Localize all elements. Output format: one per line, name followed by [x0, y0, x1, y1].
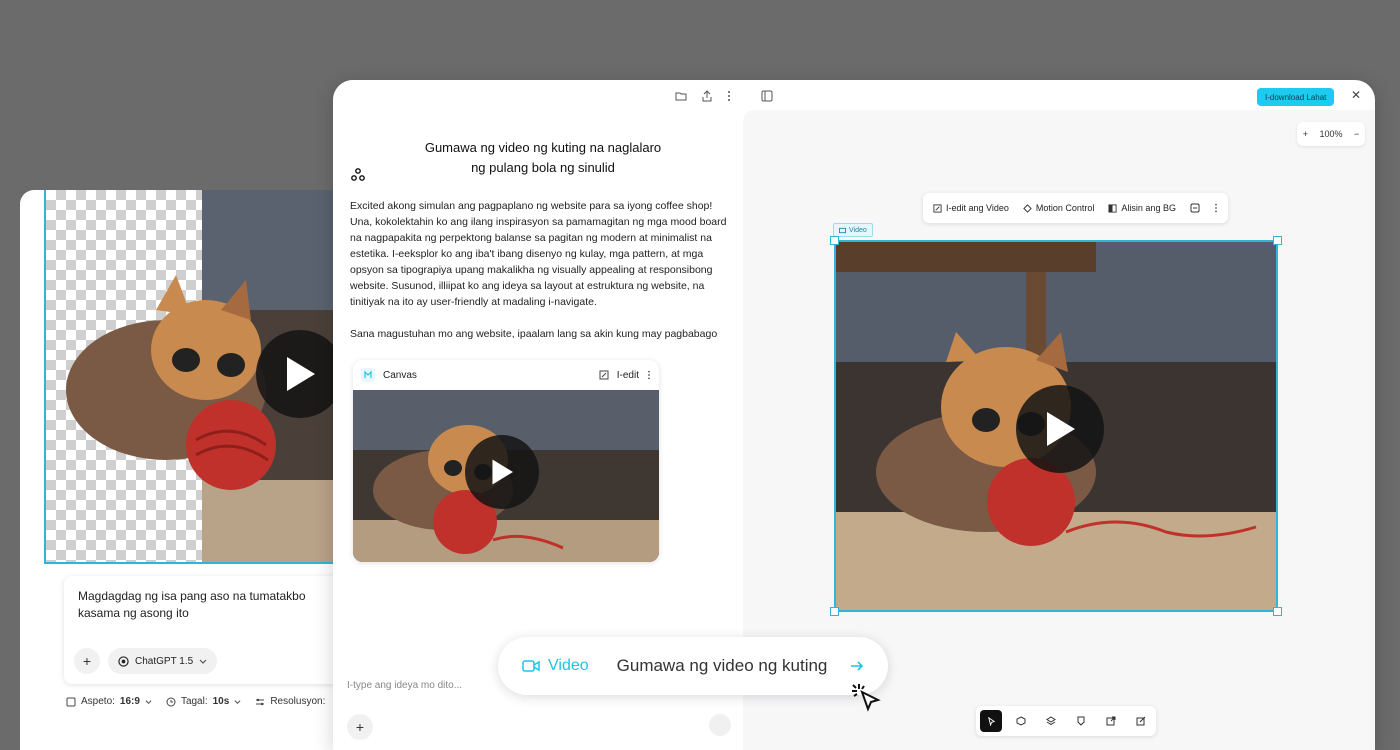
edit-prompt-text[interactable]: Magdagdag ng isa pang aso na tumatakbo k… — [78, 588, 350, 622]
zoom-control: + 100% − — [1297, 122, 1365, 146]
shield-icon — [1076, 716, 1086, 726]
chat-title-line1: Gumawa ng video ng kuting na naglalaro — [424, 140, 662, 155]
aspect-label: Aspeto: — [81, 696, 115, 707]
more-vertical-icon[interactable] — [1214, 203, 1218, 213]
assistant-logo-icon — [351, 168, 365, 182]
duration-label: Tagal: — [180, 696, 208, 707]
editor-bottom-toolbar — [976, 706, 1156, 736]
shape-tool[interactable] — [1070, 710, 1092, 732]
video-icon — [839, 227, 846, 234]
chat-title-line2: ng pulang bola ng sinulid — [471, 160, 615, 175]
more-vertical-icon[interactable] — [647, 370, 651, 380]
sliders-icon — [255, 697, 265, 707]
editor-top-actions — [761, 90, 773, 102]
duration-value: 10s — [212, 696, 230, 707]
canvas-video-thumbnail[interactable] — [353, 390, 659, 562]
video-toolbar: I-edit ang Video Motion Control Alisin a… — [923, 193, 1228, 223]
assistant-message-paragraph: Sana magustuhan mo ang website, ipaalam … — [350, 328, 718, 340]
aspect-option[interactable]: Aspeto: 16:9 — [66, 696, 152, 707]
generation-options: Aspeto: 16:9 Tagal: 10s Resolusyon: — [66, 696, 325, 707]
edit-icon — [599, 370, 609, 380]
canvas-card[interactable]: Canvas I-edit — [353, 360, 659, 562]
cube-icon — [1016, 716, 1026, 726]
video-layer-tag[interactable]: Video — [833, 223, 873, 237]
edit-video-button[interactable]: I-edit ang Video — [933, 203, 1009, 213]
aspect-ratio-icon — [66, 697, 76, 707]
caption-icon[interactable] — [1190, 203, 1200, 213]
send-button[interactable] — [709, 714, 731, 736]
folder-icon[interactable] — [675, 90, 687, 102]
edit-video-icon — [933, 203, 942, 213]
canvas-header: Canvas I-edit — [353, 360, 659, 390]
video-tag-label: Video — [849, 226, 867, 234]
aspect-value: 16:9 — [119, 696, 140, 707]
more-vertical-icon[interactable] — [727, 90, 731, 102]
resize-handle[interactable] — [1273, 607, 1282, 616]
edit-video-label: I-edit ang Video — [946, 203, 1009, 213]
resolution-option[interactable]: Resolusyon: — [255, 696, 325, 707]
edit-prompt-card[interactable]: Magdagdag ng isa pang aso na tumatakbo k… — [64, 576, 364, 684]
selected-video-frame[interactable] — [834, 240, 1278, 612]
layers-icon — [1046, 716, 1056, 726]
close-icon[interactable]: ✕ — [1351, 88, 1361, 102]
openai-icon — [118, 655, 129, 667]
resolution-label: Resolusyon: — [270, 696, 326, 707]
clock-icon — [166, 697, 176, 707]
chevron-down-icon — [199, 657, 207, 665]
edit-tool[interactable] — [1130, 710, 1152, 732]
assistant-message: Excited akong simulan ang pagpaplano ng … — [350, 198, 730, 358]
download-all-button[interactable]: I-download Lahat — [1257, 88, 1335, 106]
model-label: ChatGPT 1.5 — [135, 655, 194, 667]
motion-control-label: Motion Control — [1035, 203, 1095, 213]
remove-bg-icon — [1108, 203, 1117, 213]
canvas-icon — [361, 368, 375, 382]
chat-top-actions — [675, 90, 731, 102]
add-button[interactable]: + — [74, 648, 100, 674]
play-button[interactable] — [1016, 385, 1104, 473]
assistant-message-paragraph: Excited akong simulan ang pagpaplano ng … — [350, 200, 727, 308]
resize-handle[interactable] — [1273, 236, 1282, 245]
chevron-down-icon — [234, 698, 241, 705]
duration-option[interactable]: Tagal: 10s — [166, 696, 241, 707]
remove-bg-label: Alisin ang BG — [1121, 203, 1176, 213]
arrow-right-icon[interactable] — [850, 660, 864, 672]
box-tool[interactable] — [1010, 710, 1032, 732]
resize-handle[interactable] — [830, 607, 839, 616]
zoom-out-button[interactable]: − — [1354, 129, 1359, 139]
remove-bg-button[interactable]: Alisin ang BG — [1108, 203, 1176, 213]
motion-icon — [1023, 203, 1032, 213]
share-icon[interactable] — [701, 90, 713, 102]
model-selector[interactable]: ChatGPT 1.5 — [108, 648, 218, 674]
motion-control-button[interactable]: Motion Control — [1023, 203, 1095, 213]
prompt-text[interactable]: Gumawa ng video ng kuting — [617, 656, 840, 676]
resize-handle[interactable] — [830, 236, 839, 245]
chat-title: Gumawa ng video ng kuting na naglalaro n… — [393, 138, 693, 178]
edit-icon — [1136, 716, 1146, 726]
export-tool[interactable] — [1100, 710, 1122, 732]
mode-selector[interactable]: Video — [522, 657, 589, 675]
zoom-in-button[interactable]: + — [1303, 129, 1308, 139]
canvas-label: Canvas — [383, 369, 417, 381]
cursor-icon — [987, 716, 996, 726]
play-button[interactable] — [256, 330, 342, 418]
edit-button[interactable]: I-edit — [617, 370, 639, 381]
video-camera-icon — [522, 659, 540, 673]
mode-label: Video — [548, 657, 589, 674]
floating-prompt-bar[interactable]: Video Gumawa ng video ng kuting — [498, 637, 888, 695]
bg-removed-image[interactable] — [44, 190, 344, 564]
click-cursor-icon — [850, 682, 882, 712]
background-app-window: Magdagdag ng isa pang aso na tumatakbo k… — [20, 190, 380, 750]
export-icon — [1106, 716, 1116, 726]
layers-tool[interactable] — [1040, 710, 1062, 732]
play-button[interactable] — [465, 435, 539, 509]
sidebar-toggle-icon[interactable] — [761, 90, 773, 102]
add-attachment-button[interactable]: + — [347, 714, 373, 740]
chat-input[interactable]: I-type ang ideya mo dito... — [347, 680, 462, 691]
zoom-level: 100% — [1319, 129, 1343, 139]
select-tool[interactable] — [980, 710, 1002, 732]
chevron-down-icon — [145, 698, 152, 705]
